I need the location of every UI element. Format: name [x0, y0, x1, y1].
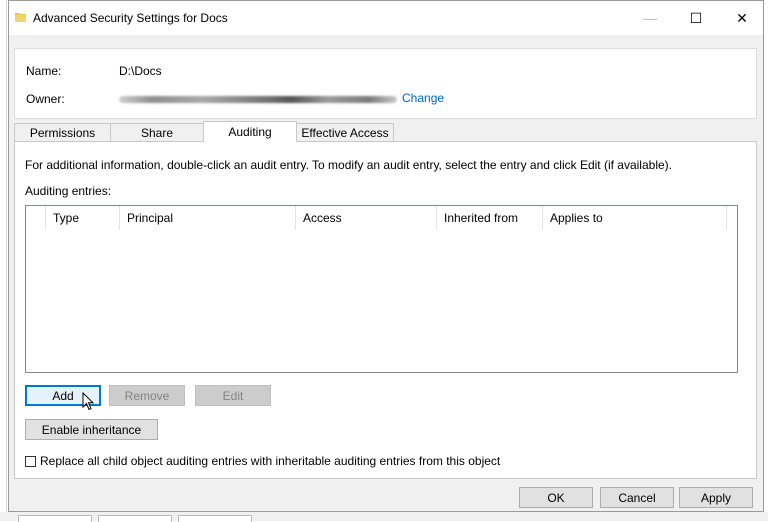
auditing-description: For additional information, double-click…: [25, 158, 672, 172]
replace-child-auditing-checkbox[interactable]: [25, 455, 36, 467]
column-spacer: [26, 206, 46, 230]
owner-change-link[interactable]: Change: [402, 91, 444, 105]
column-header-applies-to[interactable]: Applies to: [543, 206, 727, 230]
tab-effective-access[interactable]: Effective Access: [296, 123, 394, 141]
mouse-pointer-icon: [82, 392, 94, 411]
name-label: Name:: [26, 64, 62, 78]
remove-button[interactable]: Remove: [109, 385, 185, 406]
auditing-panel: For additional information, double-click…: [14, 141, 757, 479]
window-title: Advanced Security Settings for Docs: [33, 11, 228, 25]
owner-label: Owner:: [26, 92, 65, 106]
title-bar[interactable]: Advanced Security Settings for Docs — ☐ …: [9, 1, 763, 35]
auditing-entries-label: Auditing entries:: [25, 184, 112, 198]
tab-share[interactable]: Share: [110, 123, 204, 141]
enable-inheritance-button[interactable]: Enable inheritance: [25, 419, 158, 440]
name-value: D:\Docs: [119, 64, 162, 78]
auditing-entries-list[interactable]: Type Principal Access Inherited from App…: [25, 205, 738, 373]
folder-icon: [15, 13, 26, 22]
background-window-edge: [0, 0, 7, 521]
column-header-type[interactable]: Type: [46, 206, 120, 230]
column-header-inherited-from[interactable]: Inherited from: [437, 206, 543, 230]
maximize-button[interactable]: ☐: [673, 1, 719, 35]
tab-permissions[interactable]: Permissions: [14, 123, 111, 141]
cancel-button[interactable]: Cancel: [600, 487, 674, 508]
ok-button[interactable]: OK: [519, 487, 593, 508]
object-info-panel: Name: D:\Docs Owner: Change: [14, 48, 757, 119]
column-header-principal[interactable]: Principal: [120, 206, 296, 230]
background-window-bottom: [0, 512, 768, 522]
advanced-security-dialog: Advanced Security Settings for Docs — ☐ …: [8, 0, 764, 512]
replace-child-auditing-row[interactable]: Replace all child object auditing entrie…: [25, 454, 500, 468]
edit-button[interactable]: Edit: [195, 385, 271, 406]
close-button[interactable]: ✕: [719, 1, 765, 35]
replace-child-auditing-label[interactable]: Replace all child object auditing entrie…: [40, 454, 500, 468]
column-header-access[interactable]: Access: [296, 206, 437, 230]
owner-value-redacted: [119, 96, 397, 103]
minimize-button[interactable]: —: [627, 1, 673, 35]
tab-auditing[interactable]: Auditing: [203, 121, 297, 142]
apply-button[interactable]: Apply: [679, 487, 753, 508]
